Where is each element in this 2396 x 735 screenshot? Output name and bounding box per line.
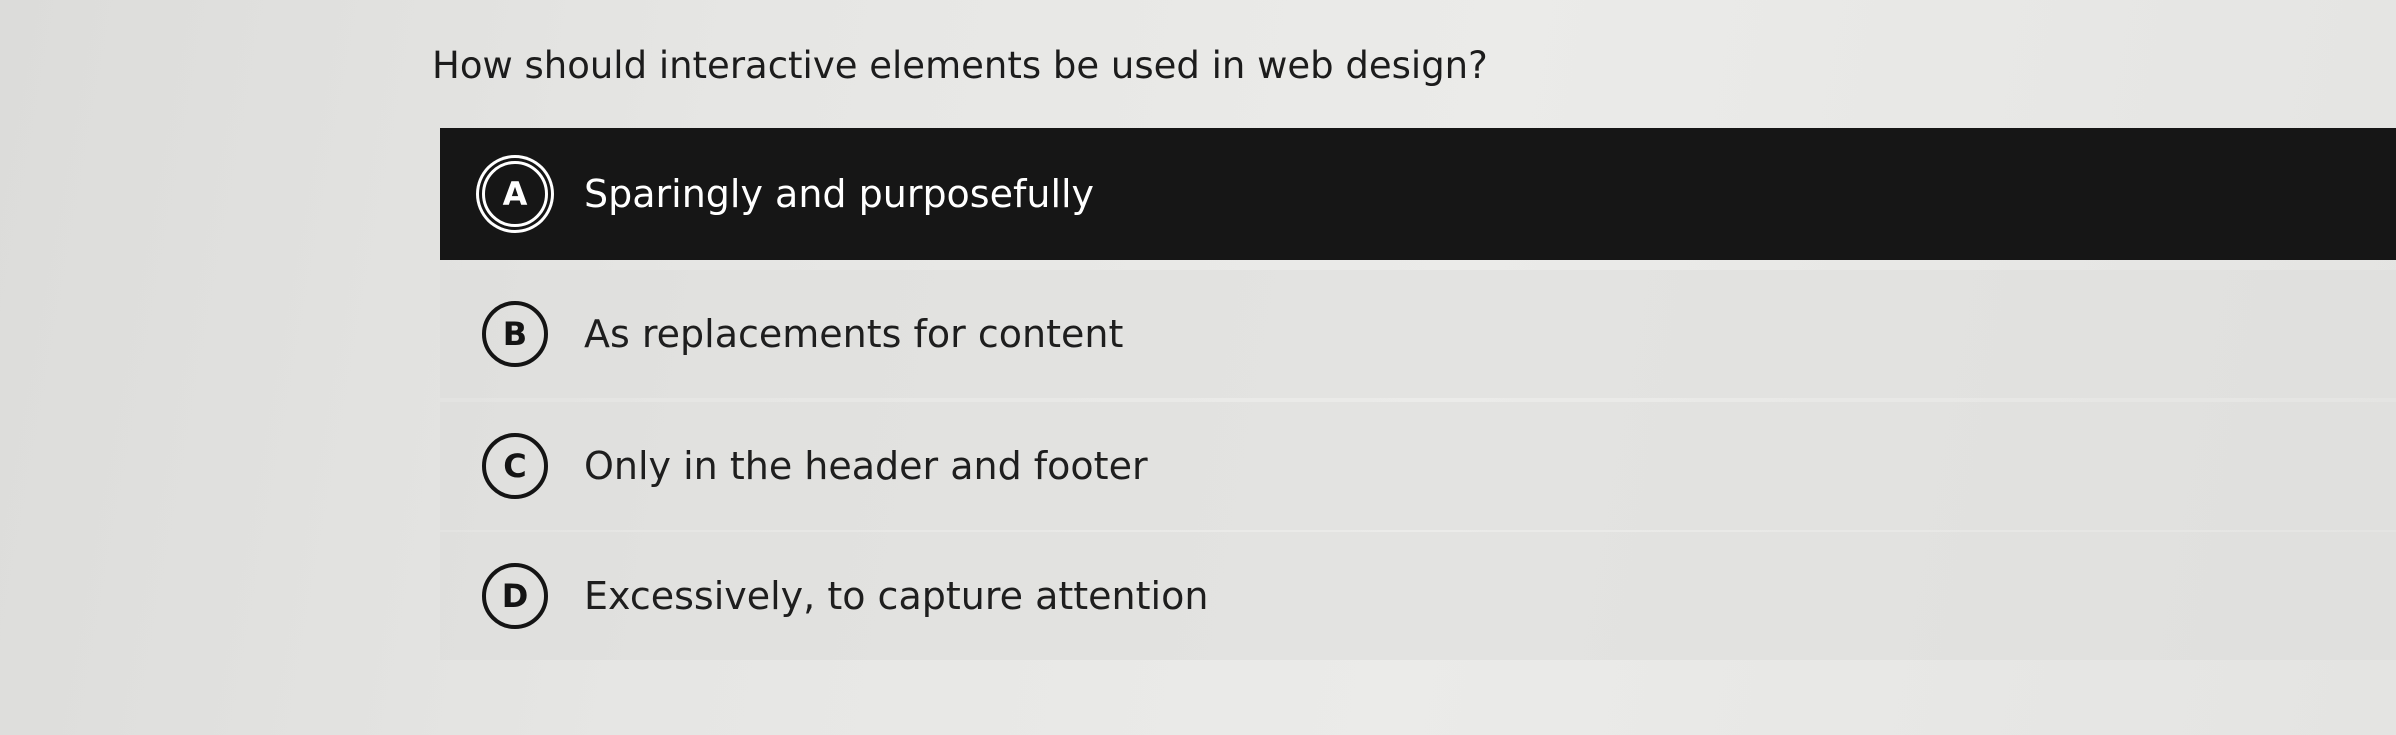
option-letter-badge: A [482,161,548,227]
option-letter-badge: B [482,301,548,367]
answer-option-a[interactable]: A Sparingly and purposefully [440,128,2396,260]
option-label: Only in the header and footer [584,444,1148,488]
option-label: Sparingly and purposefully [584,172,1095,216]
answer-option-c[interactable]: C Only in the header and footer [440,402,2396,530]
question-text: How should interactive elements be used … [432,44,1488,87]
answer-option-b[interactable]: B As replacements for content [440,270,2396,398]
answer-option-d[interactable]: D Excessively, to capture attention [440,532,2396,660]
option-label: Excessively, to capture attention [584,574,1209,618]
option-letter-badge: C [482,433,548,499]
option-label: As replacements for content [584,312,1124,356]
option-letter-badge: D [482,563,548,629]
